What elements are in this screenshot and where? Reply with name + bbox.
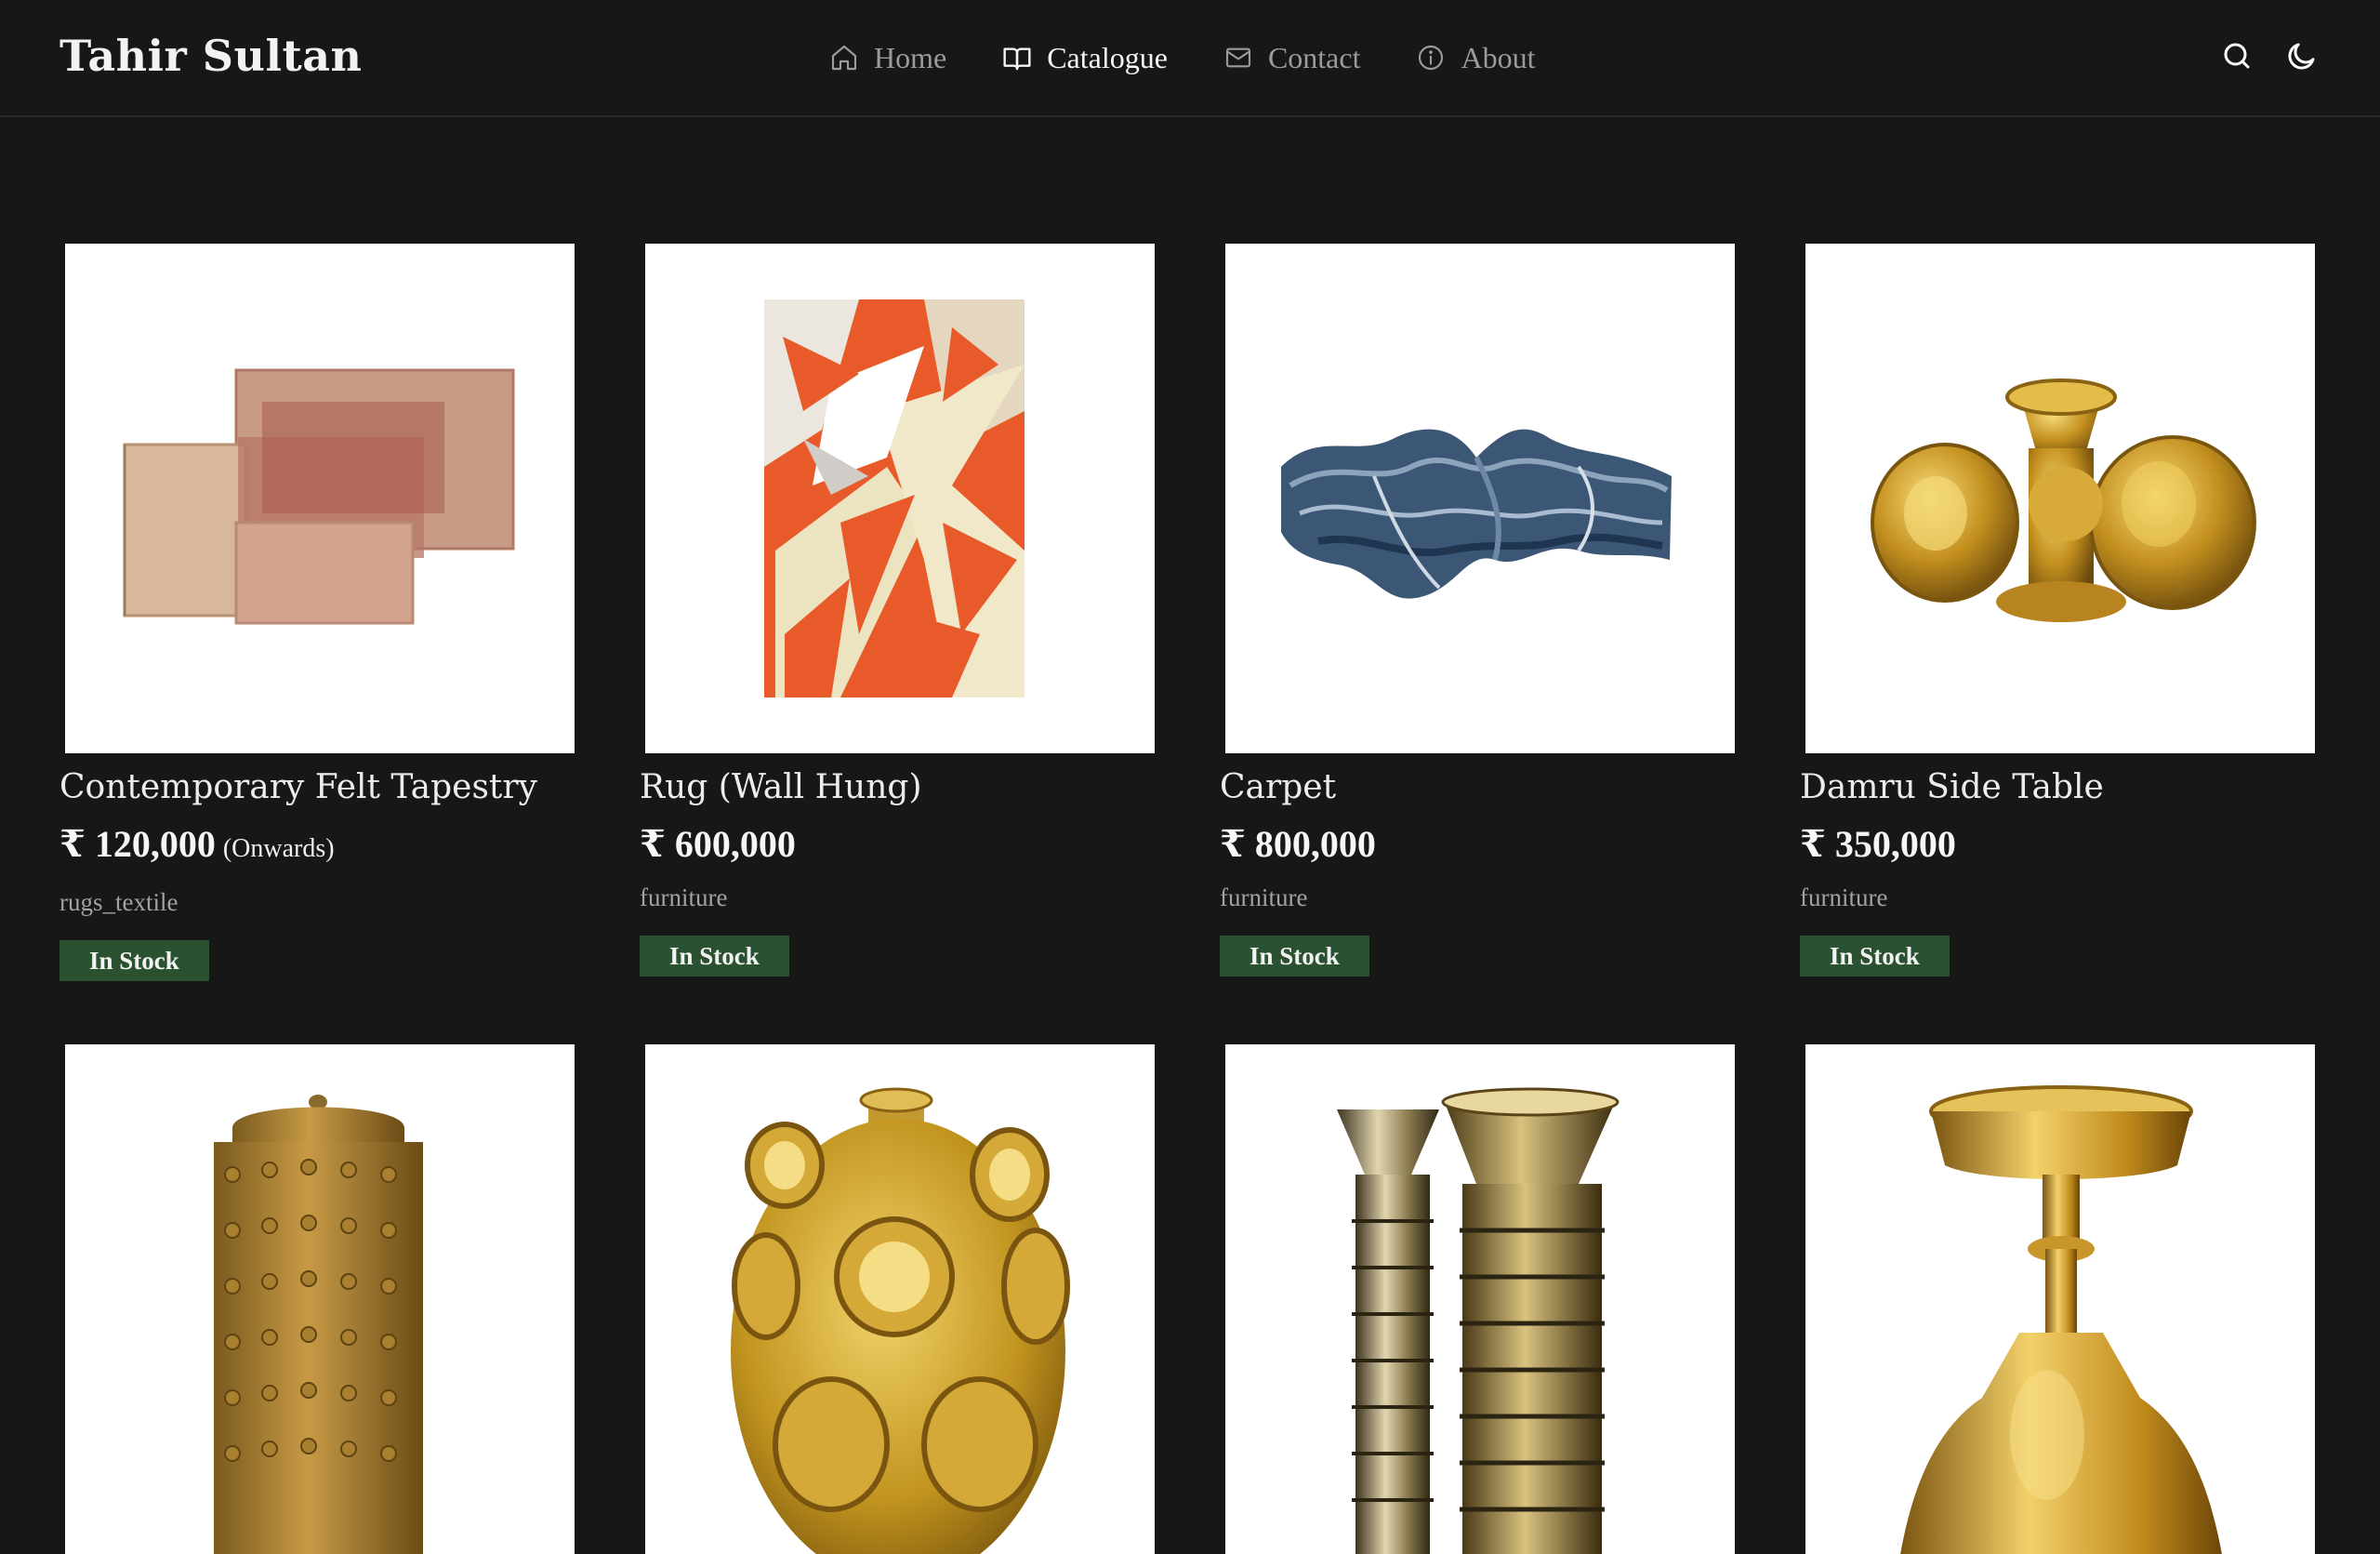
price-row: ₹ 120,000 (Onwards) — [60, 822, 580, 871]
price-row: ₹ 600,000 — [640, 822, 1160, 867]
studded-brass-cylinder-image[interactable] — [65, 1044, 575, 1554]
price-row: ₹ 350,000 — [1800, 822, 2320, 867]
product-category: furniture — [1800, 883, 1888, 911]
product-title[interactable]: Contemporary Felt Tapestry — [60, 764, 580, 811]
product-card[interactable]: Damru Side Table ₹ 350,000 furniture In … — [1800, 244, 2320, 981]
product-card[interactable]: Contemporary Felt Tapestry ₹ 120,000 (On… — [60, 244, 580, 981]
moon-icon — [2288, 43, 2315, 70]
main-nav: Home Catalogue Contact About — [829, 33, 1535, 82]
price-note: (Onwards) — [222, 834, 335, 863]
product-title[interactable]: Damru Side Table — [1800, 764, 2320, 811]
product-grid: Contemporary Felt Tapestry ₹ 120,000 (On… — [60, 244, 2320, 1554]
brass-stacked-candlesticks-image[interactable] — [1225, 1044, 1735, 1554]
nav-catalogue-label: Catalogue — [1047, 40, 1168, 74]
product-title[interactable]: Rug (Wall Hung) — [640, 764, 1160, 811]
nav-contact[interactable]: Contact — [1223, 40, 1361, 75]
product-category: rugs_textile — [60, 888, 178, 916]
nav-home[interactable]: Home — [829, 41, 946, 75]
product-category: furniture — [640, 883, 728, 911]
nav-about[interactable]: About — [1416, 41, 1535, 75]
brass-goblet-stand-image[interactable] — [1805, 1044, 2315, 1554]
stock-badge: In Stock — [1220, 936, 1369, 976]
stock-badge: In Stock — [60, 940, 209, 981]
product-card[interactable]: Rug (Wall Hung) ₹ 600,000 furniture In S… — [640, 244, 1160, 981]
search-icon — [2224, 43, 2250, 69]
product-card[interactable] — [1800, 1044, 2320, 1554]
product-card[interactable] — [1220, 1044, 1740, 1554]
damru-table-image[interactable] — [1805, 244, 2315, 753]
product-price: ₹ 600,000 — [640, 823, 796, 865]
product-category: furniture — [1220, 883, 1308, 911]
header-tools — [2218, 37, 2320, 74]
product-price: ₹ 350,000 — [1800, 823, 1956, 865]
stock-badge: In Stock — [640, 936, 789, 976]
product-card[interactable] — [640, 1044, 1160, 1554]
top-header: Tahir Sultan Home Catalogue Contact Abou… — [0, 0, 2380, 117]
felt-tapestry-image[interactable] — [65, 244, 575, 753]
stock-badge: In Stock — [1800, 936, 1950, 976]
brand-logo-text[interactable]: Tahir Sultan — [60, 28, 362, 84]
product-price: ₹ 800,000 — [1220, 823, 1376, 865]
mail-icon — [1225, 47, 1251, 68]
nav-home-label: Home — [874, 40, 947, 74]
product-card[interactable]: Carpet ₹ 800,000 furniture In Stock — [1220, 244, 1740, 981]
product-price: ₹ 120,000 — [60, 823, 216, 865]
nav-about-label: About — [1461, 40, 1536, 74]
nav-catalogue[interactable]: Catalogue — [1002, 41, 1168, 75]
product-title[interactable]: Carpet — [1220, 764, 1740, 811]
nav-contact-label: Contact — [1267, 40, 1361, 74]
brass-ring-vase-image[interactable] — [645, 1044, 1155, 1554]
wall-rug-image[interactable] — [645, 244, 1155, 753]
carpet-image[interactable] — [1225, 244, 1735, 753]
home-icon — [831, 45, 857, 71]
book-icon — [1003, 47, 1031, 71]
price-row: ₹ 800,000 — [1220, 822, 1740, 867]
product-card[interactable] — [60, 1044, 580, 1554]
search-button[interactable] — [2218, 37, 2255, 74]
info-icon — [1419, 45, 1444, 71]
theme-toggle-button[interactable] — [2283, 37, 2320, 74]
